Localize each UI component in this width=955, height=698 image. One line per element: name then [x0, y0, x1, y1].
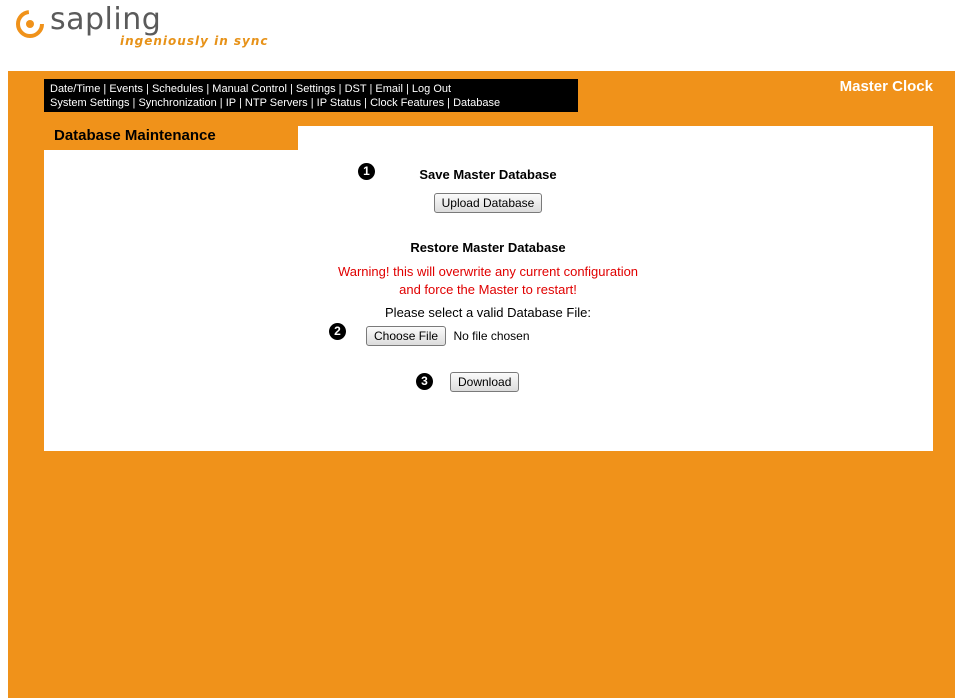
- restore-heading: Restore Master Database: [410, 240, 566, 255]
- nav-link-manual-control[interactable]: Manual Control: [212, 83, 287, 95]
- sapling-logo-icon: [16, 10, 44, 38]
- nav-link-ip[interactable]: IP: [226, 97, 236, 109]
- nav-link-dst[interactable]: DST: [345, 83, 367, 95]
- nav-separator: |: [361, 97, 371, 109]
- upload-database-button[interactable]: Upload Database: [433, 193, 543, 213]
- file-chooser: Choose File No file chosen: [366, 326, 530, 346]
- navigation-menu: Date/Time | Events | Schedules | Manual …: [44, 79, 578, 112]
- nav-link-ip-status[interactable]: IP Status: [317, 97, 361, 109]
- nav-link-synchronization[interactable]: Synchronization: [138, 97, 216, 109]
- sapling-logo: sapling ingeniously in sync: [16, 2, 316, 48]
- file-status: No file chosen: [453, 329, 530, 343]
- warning-line-1: Warning! this will overwrite any current…: [337, 264, 639, 279]
- step-3-marker: 3: [416, 373, 433, 390]
- nav-separator: |: [100, 83, 110, 95]
- nav-separator: |: [235, 97, 245, 109]
- nav-separator: |: [335, 83, 345, 95]
- nav-link-settings[interactable]: Settings: [296, 83, 336, 95]
- page-header-title: Master Clock: [839, 78, 933, 95]
- choose-file-button[interactable]: Choose File: [366, 326, 447, 346]
- download-button[interactable]: Download: [450, 372, 520, 392]
- nav-link-log-out[interactable]: Log Out: [412, 83, 451, 95]
- brand-name: sapling: [50, 2, 162, 37]
- nav-separator: |: [402, 83, 412, 95]
- nav-link-date-time[interactable]: Date/Time: [50, 83, 100, 95]
- nav-separator: |: [307, 97, 317, 109]
- nav-row-sub: System Settings | Synchronization | IP |…: [50, 96, 578, 110]
- nav-row-main: Date/Time | Events | Schedules | Manual …: [50, 82, 578, 96]
- step-2-marker: 2: [329, 323, 346, 340]
- nav-separator: |: [444, 97, 454, 109]
- restore-warning: Warning! this will overwrite any current…: [288, 263, 688, 299]
- nav-separator: |: [216, 97, 226, 109]
- nav-link-email[interactable]: Email: [375, 83, 403, 95]
- nav-link-database[interactable]: Database: [453, 97, 500, 109]
- file-prompt: Please select a valid Database File:: [385, 305, 591, 320]
- brand-tagline: ingeniously in sync: [120, 34, 269, 48]
- nav-link-clock-features[interactable]: Clock Features: [370, 97, 444, 109]
- nav-link-events[interactable]: Events: [109, 83, 143, 95]
- nav-separator: |: [286, 83, 296, 95]
- warning-line-2: and force the Master to restart!: [399, 282, 577, 297]
- save-heading: Save Master Database: [419, 167, 557, 182]
- nav-separator: |: [203, 83, 213, 95]
- nav-link-system-settings[interactable]: System Settings: [50, 97, 129, 109]
- nav-link-schedules[interactable]: Schedules: [152, 83, 203, 95]
- section-title: Database Maintenance: [44, 124, 298, 150]
- nav-link-ntp-servers[interactable]: NTP Servers: [245, 97, 308, 109]
- nav-separator: |: [142, 83, 152, 95]
